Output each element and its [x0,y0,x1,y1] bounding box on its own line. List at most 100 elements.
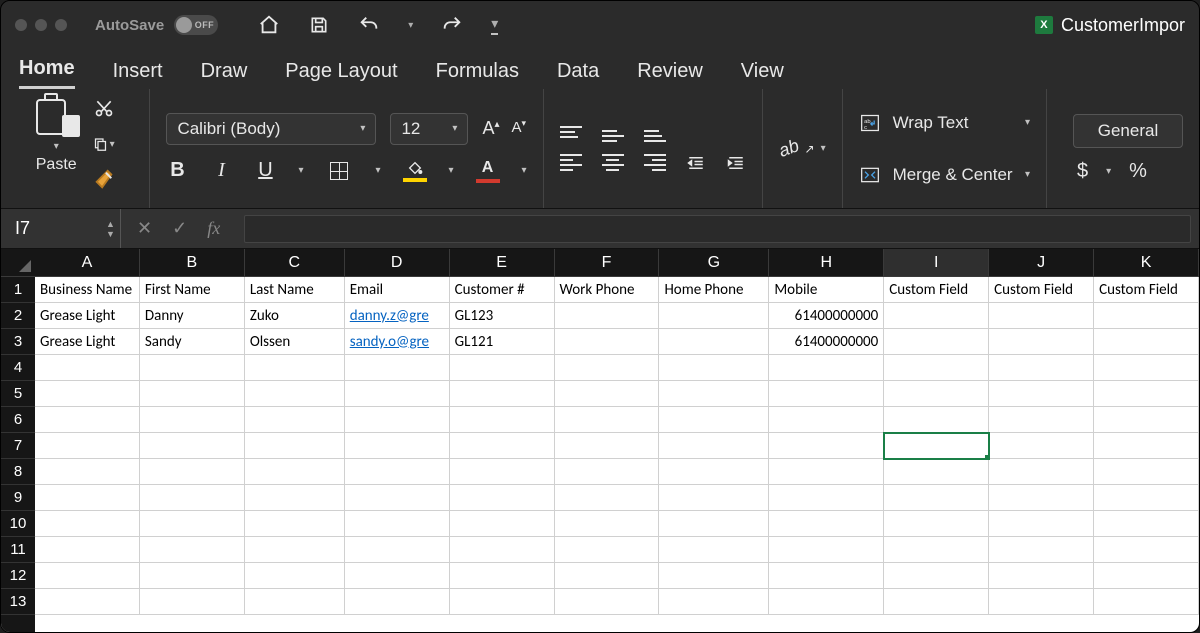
cell-D2[interactable]: danny.z@gre [345,303,450,329]
cell-A2[interactable]: Grease Light [35,303,140,329]
cell-I13[interactable] [884,589,989,615]
cell-B8[interactable] [140,459,245,485]
cell-J3[interactable] [989,329,1094,355]
close-dot[interactable] [15,19,27,31]
cell-A7[interactable] [35,433,140,459]
tab-draw[interactable]: Draw [201,60,248,89]
decrease-font-icon[interactable]: A▾ [511,118,526,139]
cell-I6[interactable] [884,407,989,433]
cell-H3[interactable]: 61400000000 [769,329,884,355]
orientation-button[interactable]: ab ↗ ▾ [779,138,826,159]
cell-D9[interactable] [345,485,450,511]
bold-button[interactable]: B [166,159,188,182]
cell-F10[interactable] [555,511,660,537]
row-header-1[interactable]: 1 [1,277,35,303]
save-icon[interactable] [308,14,330,36]
cell-F11[interactable] [555,537,660,563]
autosave-toggle[interactable]: OFF [174,15,218,35]
row-header-8[interactable]: 8 [1,459,35,485]
minimize-dot[interactable] [35,19,47,31]
cell-E5[interactable] [450,381,555,407]
column-header-K[interactable]: K [1094,249,1199,277]
row-header-12[interactable]: 12 [1,563,35,589]
cell-D5[interactable] [345,381,450,407]
row-header-6[interactable]: 6 [1,407,35,433]
fx-icon[interactable]: fx [207,218,220,239]
cell-H11[interactable] [769,537,884,563]
cell-J5[interactable] [989,381,1094,407]
cell-B5[interactable] [140,381,245,407]
tab-insert[interactable]: Insert [113,60,163,89]
cell-E8[interactable] [450,459,555,485]
cell-H4[interactable] [769,355,884,381]
fill-color-button[interactable] [403,160,427,182]
cell-F6[interactable] [555,407,660,433]
cell-A6[interactable] [35,407,140,433]
row-header-5[interactable]: 5 [1,381,35,407]
cell-J6[interactable] [989,407,1094,433]
cell-A13[interactable] [35,589,140,615]
cell-I8[interactable] [884,459,989,485]
cell-H13[interactable] [769,589,884,615]
cell-G12[interactable] [659,563,769,589]
cell-I7[interactable] [884,433,989,459]
tab-formulas[interactable]: Formulas [436,60,519,89]
cell-B10[interactable] [140,511,245,537]
cell-D4[interactable] [345,355,450,381]
increase-indent-button[interactable] [726,154,746,172]
cell-G5[interactable] [659,381,769,407]
cell-H5[interactable] [769,381,884,407]
cell-H6[interactable] [769,407,884,433]
cell-C7[interactable] [245,433,345,459]
cell-C8[interactable] [245,459,345,485]
font-family-select[interactable]: Calibri (Body) ▾ [166,113,376,145]
align-bottom-button[interactable] [644,126,666,142]
cell-A1[interactable]: Business Name [35,277,140,303]
underline-button[interactable]: U [254,159,276,182]
cell-G2[interactable] [659,303,769,329]
cell-H1[interactable]: Mobile [769,277,884,303]
cell-E13[interactable] [450,589,555,615]
cell-A8[interactable] [35,459,140,485]
cell-H10[interactable] [769,511,884,537]
name-box[interactable]: I7 [1,218,101,239]
cell-H7[interactable] [769,433,884,459]
cell-K10[interactable] [1094,511,1199,537]
cancel-formula-icon[interactable]: ✕ [137,218,152,239]
cell-I4[interactable] [884,355,989,381]
cell-E9[interactable] [450,485,555,511]
cell-B2[interactable]: Danny [140,303,245,329]
column-header-B[interactable]: B [140,249,245,277]
cell-E4[interactable] [450,355,555,381]
cell-J9[interactable] [989,485,1094,511]
column-header-H[interactable]: H [769,249,884,277]
font-size-select[interactable]: 12 ▾ [390,113,468,145]
column-header-A[interactable]: A [35,249,140,277]
number-format-select[interactable]: General [1073,114,1183,148]
cell-F7[interactable] [555,433,660,459]
cell-E3[interactable]: GL121 [450,329,555,355]
cell-E11[interactable] [450,537,555,563]
cell-K9[interactable] [1094,485,1199,511]
cell-D8[interactable] [345,459,450,485]
cell-D6[interactable] [345,407,450,433]
cell-J2[interactable] [989,303,1094,329]
cell-A5[interactable] [35,381,140,407]
cell-C13[interactable] [245,589,345,615]
cell-C5[interactable] [245,381,345,407]
column-header-G[interactable]: G [659,249,769,277]
cell-I11[interactable] [884,537,989,563]
font-color-chevron-icon[interactable]: ▾ [522,165,527,176]
cell-C10[interactable] [245,511,345,537]
cell-F13[interactable] [555,589,660,615]
column-header-D[interactable]: D [345,249,450,277]
cell-F1[interactable]: Work Phone [555,277,660,303]
align-left-button[interactable] [560,154,582,172]
cell-G13[interactable] [659,589,769,615]
format-painter-icon[interactable] [93,169,115,191]
cell-B11[interactable] [140,537,245,563]
cell-J12[interactable] [989,563,1094,589]
italic-button[interactable]: I [210,159,232,182]
decrease-indent-button[interactable] [686,154,706,172]
select-all-corner[interactable] [1,249,35,277]
